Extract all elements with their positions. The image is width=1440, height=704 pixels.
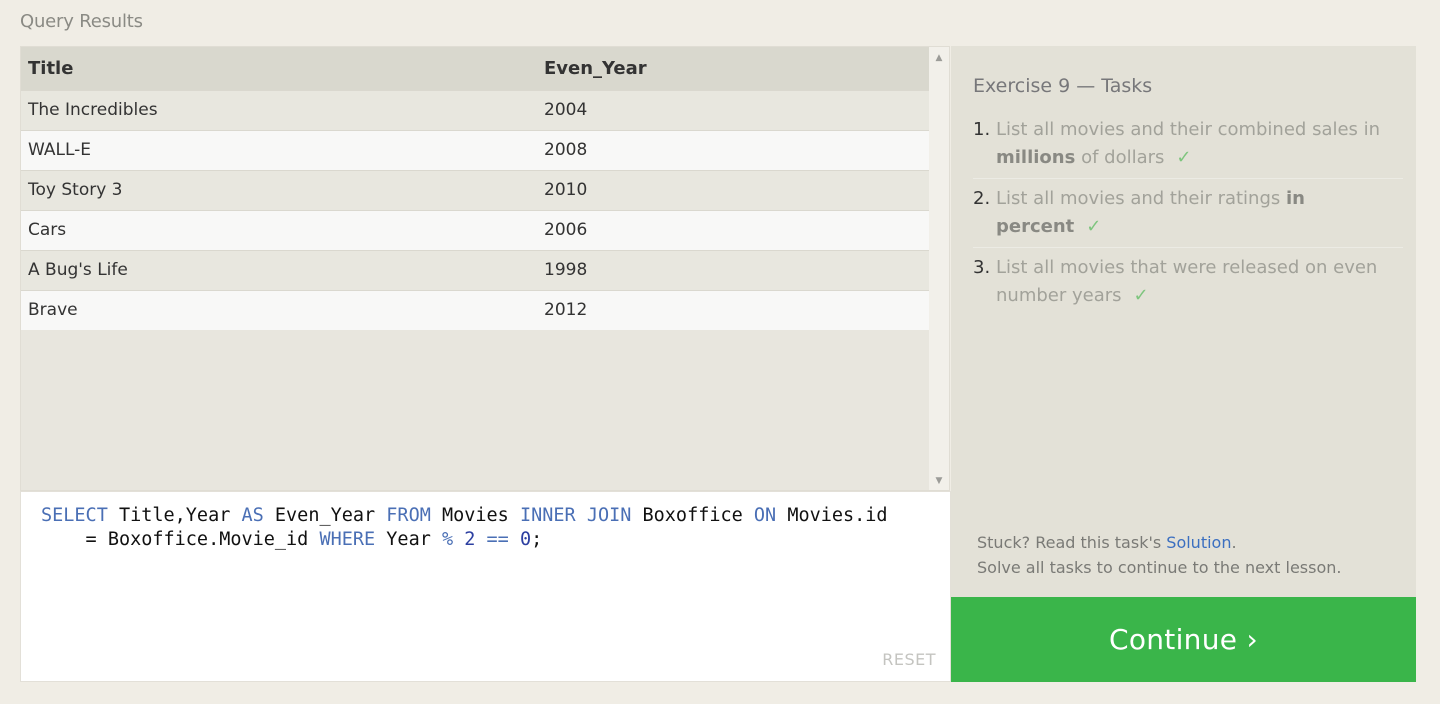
continue-note: Solve all tasks to continue to the next … [977, 558, 1342, 577]
check-icon: ✓ [1133, 285, 1149, 306]
tasks-pane: Exercise 9 — Tasks 1. List all movies and… [951, 46, 1416, 597]
task-text-part: of dollars [1075, 147, 1165, 168]
results-pane: Title Even_Year The Incredibles 2004 WAL… [20, 46, 950, 491]
table-row: Brave 2012 [21, 289, 930, 330]
task-text: List all movies and their ratings in per… [996, 185, 1403, 241]
task-text: List all movies that were released on ev… [996, 254, 1403, 310]
sql-operator: % [441, 529, 454, 550]
stuck-line: Stuck? Read this task's Solution. [977, 530, 1341, 555]
column-header-even-year[interactable]: Even_Year [537, 47, 930, 90]
tasks-title: Exercise 9 — Tasks [973, 75, 1153, 97]
sql-text: ; [531, 529, 543, 550]
task-number: 2. [973, 188, 991, 209]
sql-keyword: SELECT [41, 505, 108, 526]
task-text: List all movies and their combined sales… [996, 116, 1403, 172]
sql-keyword: WHERE [319, 529, 376, 550]
scroll-up-icon[interactable]: ▲ [929, 53, 949, 63]
task-item: 2. List all movies and their ratings in p… [973, 185, 1403, 248]
task-number: 3. [973, 257, 991, 278]
code-line-1: SELECT Title,Year AS Even_Year FROM Movi… [41, 505, 888, 526]
check-icon: ✓ [1086, 216, 1102, 237]
sql-keyword: ON [753, 505, 777, 526]
table-row: Cars 2006 [21, 209, 930, 250]
task-number: 1. [973, 119, 991, 140]
scroll-down-icon[interactable]: ▼ [929, 476, 949, 486]
stuck-suffix: . [1231, 533, 1237, 552]
cell-even-year: 2010 [537, 169, 930, 210]
continue-button[interactable]: Continue › [951, 597, 1416, 682]
sql-keyword: AS [241, 505, 264, 526]
cell-even-year: 2006 [537, 209, 930, 250]
task-text-part: List all movies and their ratings [996, 188, 1286, 209]
column-header-title[interactable]: Title [21, 47, 537, 90]
cell-title: The Incredibles [21, 89, 537, 130]
table-row: A Bug's Life 1998 [21, 249, 930, 290]
task-item: 1. List all movies and their combined sal… [973, 116, 1403, 179]
code-line-2: = Boxoffice.Movie_id WHERE Year % 2 == 0… [41, 529, 543, 550]
sql-keyword: INNER [519, 505, 576, 526]
sql-text: Movies.id [776, 505, 888, 526]
task-emphasis: millions [996, 147, 1076, 168]
cell-title: Toy Story 3 [21, 169, 537, 210]
sql-text: Movies [430, 505, 520, 526]
task-text-part: List all movies and their combined sales… [996, 119, 1381, 140]
cell-even-year: 2008 [537, 129, 930, 170]
results-scrollbar[interactable]: ▲ ▼ [929, 47, 949, 490]
cell-title: Brave [21, 289, 537, 330]
cell-title: WALL-E [21, 129, 537, 170]
sql-text: Even_Year [263, 505, 387, 526]
table-row: The Incredibles 2004 [21, 89, 930, 130]
sql-keyword: FROM [386, 505, 431, 526]
table-row: Toy Story 3 2010 [21, 169, 930, 210]
table-row: WALL-E 2008 [21, 129, 930, 170]
sql-text: = Boxoffice.Movie_id [41, 529, 320, 550]
sql-code[interactable]: SELECT Title,Year AS Even_Year FROM Movi… [41, 504, 888, 552]
query-results-title: Query Results [20, 11, 143, 32]
sql-number: 0 [519, 529, 532, 550]
sql-text: Year [375, 529, 442, 550]
task-text-part: List all movies that were released on ev… [996, 257, 1378, 306]
task-item: 3. List all movies that were released on … [973, 254, 1403, 316]
stuck-prefix: Stuck? Read this task's [977, 533, 1167, 552]
cell-title: A Bug's Life [21, 249, 537, 290]
solution-link[interactable]: Solution [1166, 533, 1231, 552]
cell-title: Cars [21, 209, 537, 250]
sql-editor[interactable]: SELECT Title,Year AS Even_Year FROM Movi… [20, 491, 951, 682]
sql-text: Title,Year [107, 505, 242, 526]
table-header-row: Title Even_Year [21, 47, 930, 90]
sql-keyword: JOIN [586, 505, 632, 526]
cell-even-year: 2004 [537, 89, 930, 130]
sql-text: Boxoffice [631, 505, 754, 526]
results-table: Title Even_Year The Incredibles 2004 WAL… [21, 47, 930, 330]
check-icon: ✓ [1176, 147, 1192, 168]
sql-number: 2 [464, 529, 476, 550]
sql-operator: == [486, 529, 509, 550]
task-list: 1. List all movies and their combined sal… [973, 116, 1403, 322]
stuck-hint: Stuck? Read this task's Solution. Solve … [977, 530, 1341, 580]
reset-button[interactable]: RESET [882, 650, 936, 669]
cell-even-year: 2012 [537, 289, 930, 330]
cell-even-year: 1998 [537, 249, 930, 290]
